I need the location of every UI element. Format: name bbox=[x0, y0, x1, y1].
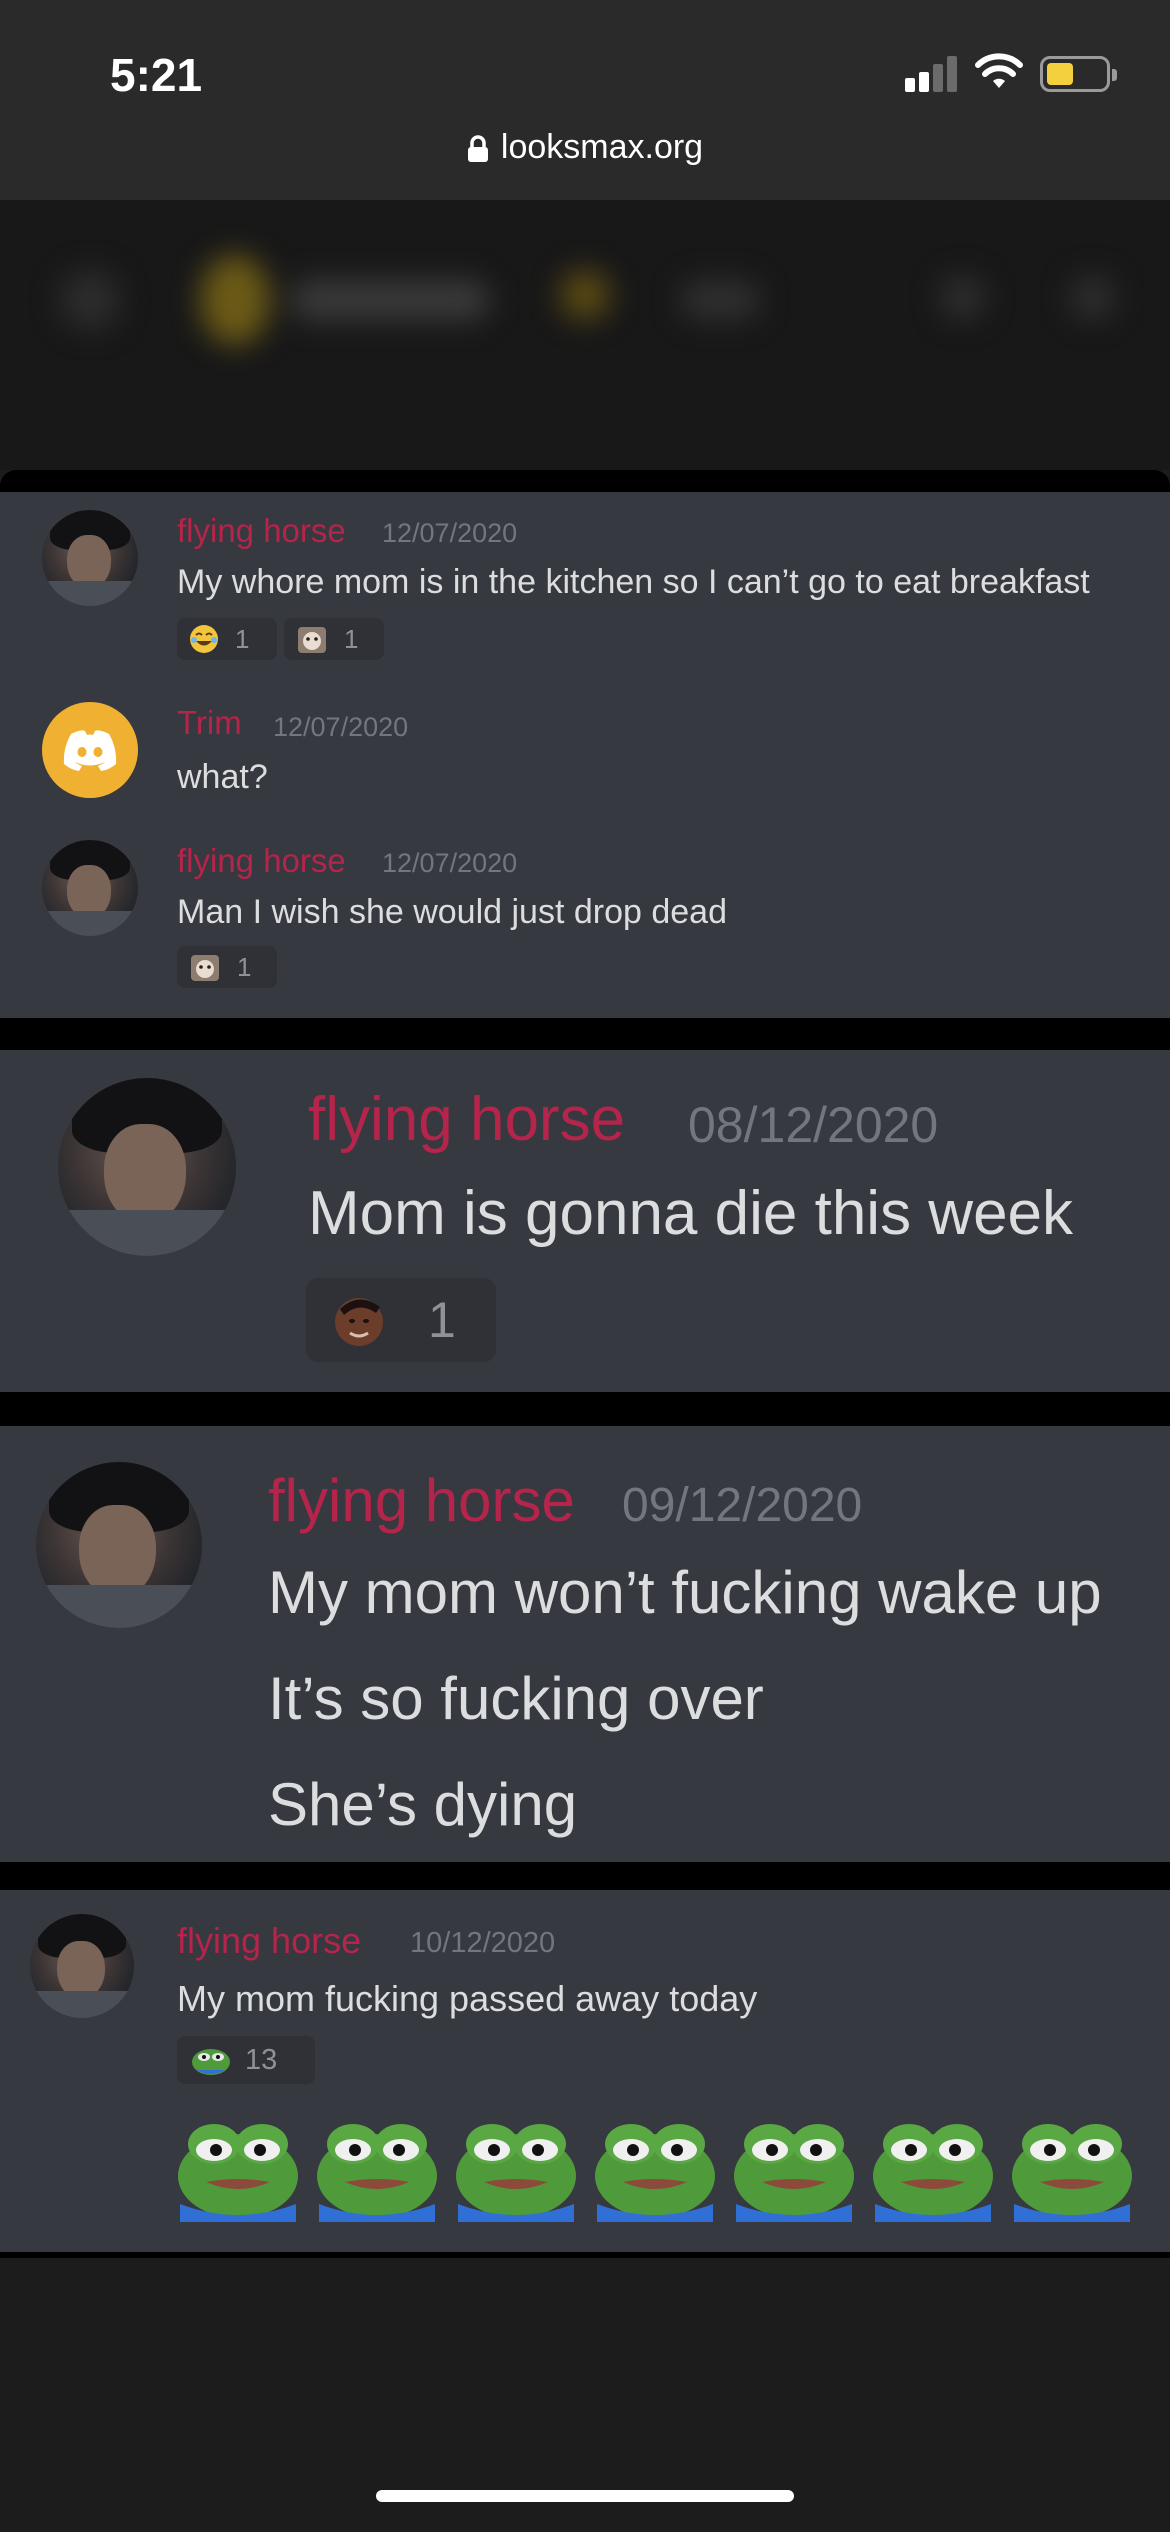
message-text: It’s so fucking over bbox=[268, 1665, 764, 1732]
avatar[interactable] bbox=[42, 510, 138, 606]
reaction-count: 13 bbox=[245, 2043, 278, 2076]
face-emoji-icon bbox=[335, 1298, 383, 1346]
timestamp: 10/12/2020 bbox=[410, 1927, 556, 1959]
reaction-button[interactable]: 1 bbox=[284, 618, 384, 660]
emoji-row bbox=[176, 2118, 1146, 2222]
username[interactable]: flying horse bbox=[268, 1466, 575, 1535]
battery-icon bbox=[1040, 56, 1117, 92]
address-bar[interactable]: looksmax.org bbox=[0, 128, 1170, 167]
username[interactable]: flying horse bbox=[177, 842, 346, 880]
reaction-count: 1 bbox=[344, 623, 359, 654]
cellular-signal-icon bbox=[905, 56, 957, 92]
pepe-cry-emoji-icon bbox=[1012, 2124, 1132, 2222]
divider bbox=[0, 2252, 1170, 2258]
pepe-cry-emoji-icon bbox=[873, 2124, 993, 2222]
message-text: what? bbox=[177, 758, 268, 796]
message-text: Mom is gonna die this week bbox=[308, 1179, 1074, 1248]
divider bbox=[0, 470, 1170, 492]
pepe-cry-emoji-icon bbox=[595, 2124, 715, 2222]
cat-emoji-icon bbox=[191, 955, 219, 981]
wifi-icon bbox=[975, 53, 1023, 88]
pepe-cry-emoji-icon bbox=[734, 2124, 854, 2222]
reaction-count: 1 bbox=[237, 951, 252, 982]
message-text: Man I wish she would just drop dead bbox=[177, 893, 727, 931]
reaction-count: 1 bbox=[428, 1292, 456, 1348]
avatar[interactable] bbox=[58, 1078, 236, 1256]
timestamp: 09/12/2020 bbox=[622, 1479, 863, 1532]
lock-icon bbox=[467, 135, 488, 163]
pepe-cry-emoji-icon bbox=[192, 2049, 230, 2075]
reaction-button[interactable]: 1 bbox=[306, 1278, 496, 1362]
username[interactable]: Trim bbox=[177, 704, 242, 742]
message-text: My mom won’t fucking wake up bbox=[268, 1559, 1102, 1626]
reaction-button[interactable]: 1 bbox=[177, 618, 277, 660]
status-bar: 5:21 looksmax.org bbox=[0, 0, 1170, 200]
cat-emoji-icon bbox=[298, 627, 326, 653]
message-text: My mom fucking passed away today bbox=[177, 1978, 758, 2019]
divider bbox=[0, 1392, 1170, 1426]
username[interactable]: flying horse bbox=[177, 1920, 361, 1962]
site-header bbox=[0, 200, 1170, 470]
message-text: My whore mom is in the kitchen so I can’… bbox=[177, 563, 1090, 601]
pepe-cry-emoji-icon bbox=[178, 2124, 298, 2222]
reaction-button[interactable]: 13 bbox=[177, 2036, 315, 2084]
avatar[interactable] bbox=[30, 1914, 134, 2018]
avatar[interactable] bbox=[36, 1462, 202, 1628]
timestamp: 08/12/2020 bbox=[688, 1097, 939, 1153]
timestamp: 12/07/2020 bbox=[382, 518, 518, 548]
joy-emoji-icon bbox=[190, 625, 218, 653]
clock: 5:21 bbox=[110, 49, 203, 101]
avatar[interactable] bbox=[42, 840, 138, 936]
avatar[interactable] bbox=[42, 702, 138, 798]
divider bbox=[0, 1862, 1170, 1890]
divider bbox=[0, 1018, 1170, 1050]
reaction-count: 1 bbox=[235, 623, 250, 654]
username[interactable]: flying horse bbox=[308, 1084, 625, 1155]
url-text: looksmax.org bbox=[500, 128, 704, 166]
discord-logo-icon bbox=[63, 730, 117, 771]
pepe-cry-emoji-icon bbox=[456, 2124, 576, 2222]
pepe-cry-emoji-icon bbox=[317, 2124, 437, 2222]
timestamp: 12/07/2020 bbox=[382, 848, 518, 878]
timestamp: 12/07/2020 bbox=[273, 712, 409, 742]
home-indicator[interactable] bbox=[376, 2490, 794, 2502]
username[interactable]: flying horse bbox=[177, 512, 346, 550]
message-text: She’s dying bbox=[268, 1771, 578, 1838]
reaction-button[interactable]: 1 bbox=[177, 946, 277, 988]
